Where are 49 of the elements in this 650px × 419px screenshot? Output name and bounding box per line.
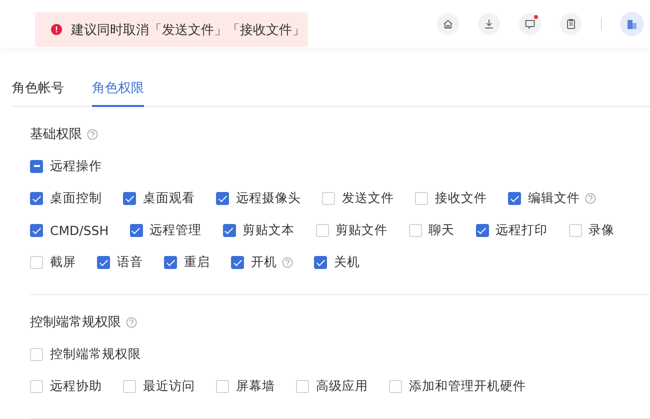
section-title: 控制端常规权限 (30, 314, 121, 331)
download-icon[interactable] (478, 13, 500, 35)
checkbox-label: 关机 (334, 254, 360, 270)
checkbox-label: 编辑文件 (528, 190, 580, 206)
checkbox-label: 聊天 (428, 222, 455, 238)
error-icon (51, 24, 62, 35)
home-icon[interactable] (437, 13, 459, 35)
checkbox-label: 重启 (184, 254, 210, 270)
clipboard-icon[interactable] (560, 13, 582, 35)
tab[interactable]: 角色帐号 (12, 71, 64, 107)
section-title: 基础权限 (30, 126, 82, 143)
checkbox-label: 桌面观看 (143, 190, 195, 206)
checkbox[interactable] (130, 224, 143, 236)
checkbox[interactable] (476, 224, 489, 236)
checkbox[interactable] (314, 256, 327, 268)
checkbox-label: CMD/SSH (50, 222, 109, 238)
tab[interactable]: 角色权限 (92, 71, 144, 107)
checkbox-label: 控制端常规权限 (50, 346, 141, 362)
checkbox-label: 远程摄像头 (236, 190, 301, 206)
checkbox[interactable] (222, 224, 236, 236)
checkbox[interactable] (30, 224, 43, 236)
checkbox-label: 开机 (251, 254, 277, 270)
checkbox-label: 截屏 (50, 254, 76, 270)
checkbox-label: 远程管理 (150, 222, 202, 238)
checkbox-label: 接收文件 (435, 190, 487, 206)
checkbox-label: 远程操作 (50, 158, 102, 174)
checkbox-label: 远程协助 (50, 378, 102, 394)
toast-message: 建议同时取消「发送文件」「接收文件」 (71, 22, 305, 38)
checkbox-label: 语音 (117, 254, 143, 270)
checkbox-label: 高级应用 (316, 378, 368, 394)
message-icon[interactable] (519, 13, 541, 35)
checkbox-label: 录像 (588, 222, 615, 238)
checkbox-label: 剪贴文件 (336, 222, 388, 238)
checkbox-label: 最近访问 (143, 378, 195, 394)
checkbox-label: 桌面控制 (50, 190, 102, 206)
checkbox-label: 发送文件 (342, 190, 394, 206)
checkbox-label: 远程打印 (496, 222, 548, 238)
checkbox[interactable] (123, 192, 136, 204)
checkbox-label: 剪贴文本 (242, 222, 295, 238)
checkbox[interactable] (508, 192, 521, 204)
checkbox[interactable] (216, 192, 229, 204)
checkbox-label: 屏幕墙 (236, 378, 275, 394)
checkbox-label: 添加和管理开机硬件 (409, 378, 526, 394)
checkbox[interactable] (97, 256, 110, 268)
checkbox[interactable] (30, 160, 43, 172)
building-icon[interactable] (620, 12, 644, 36)
checkbox[interactable] (231, 256, 244, 268)
checkbox[interactable] (30, 192, 43, 204)
checkbox[interactable] (164, 256, 177, 268)
